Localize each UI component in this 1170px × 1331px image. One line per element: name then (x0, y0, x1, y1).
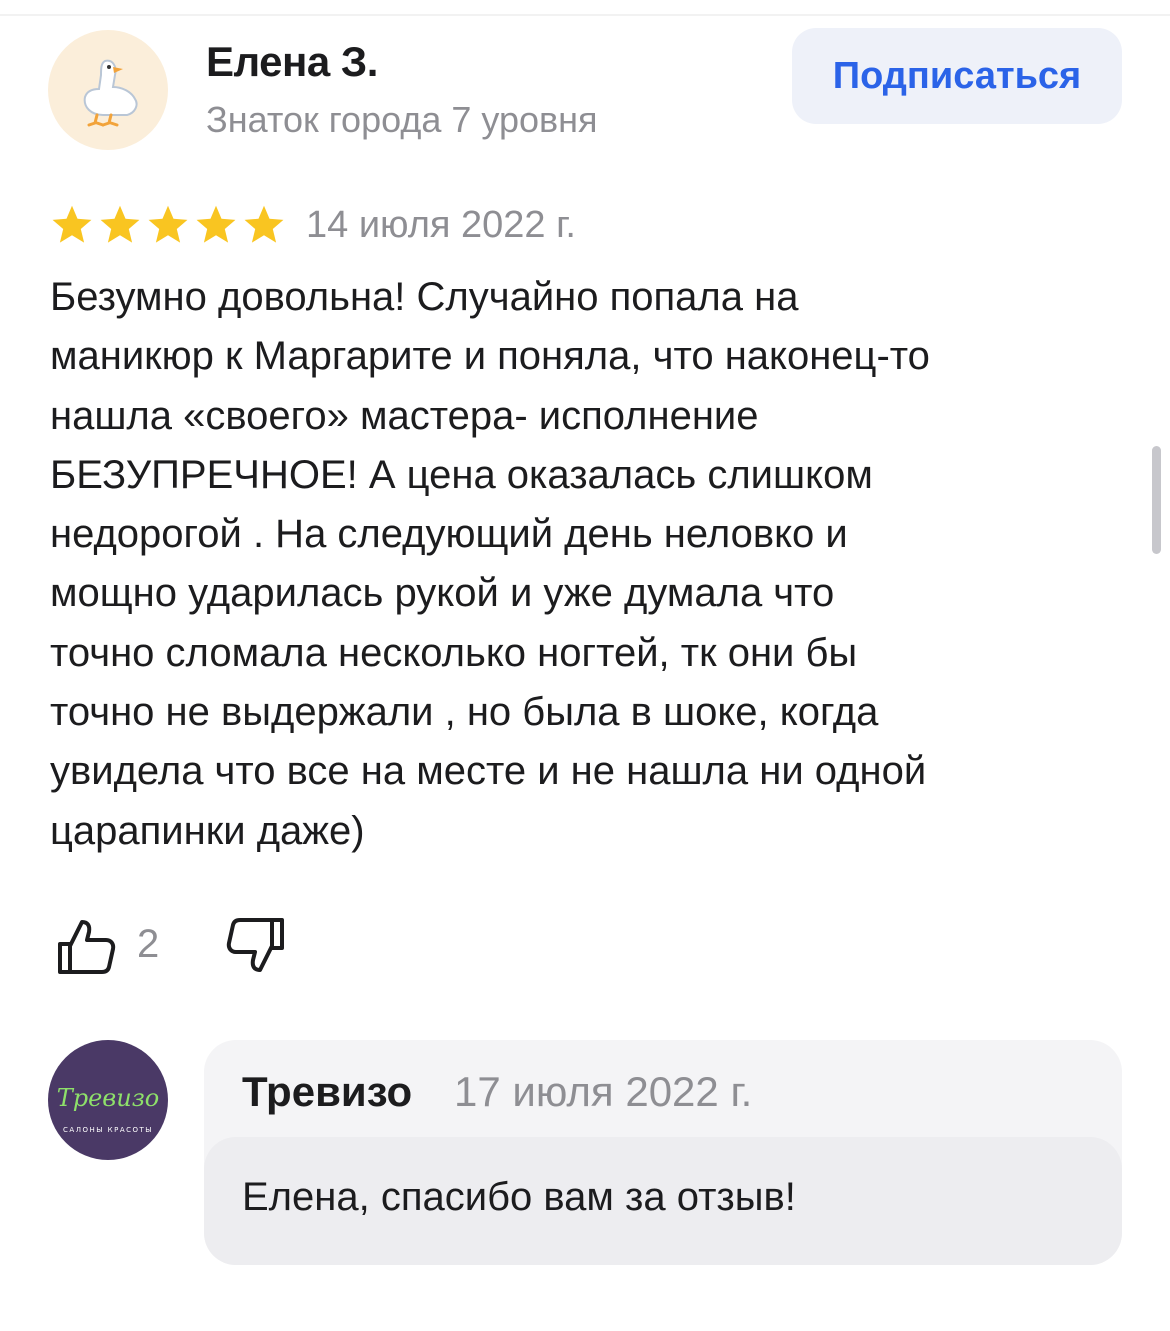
dislike-button[interactable] (226, 916, 286, 976)
reply-date: 17 июля 2022 г. (454, 1068, 753, 1115)
star-icon (100, 205, 140, 243)
scrollbar[interactable] (1152, 446, 1161, 554)
author-avatar[interactable] (48, 30, 168, 150)
top-divider (0, 0, 1170, 16)
logo-text: Тревизо (57, 1084, 160, 1112)
subscribe-button[interactable]: Подписаться (792, 28, 1122, 124)
goose-icon (83, 59, 138, 127)
star-icon (148, 205, 188, 243)
rating-stars (50, 203, 286, 249)
logo-subtext: САЛОНЫ КРАСОТЫ (63, 1126, 153, 1134)
review-date: 14 июля 2022 г. (306, 204, 576, 246)
like-button[interactable] (56, 916, 116, 976)
reply-text: Елена, спасибо вам за отзыв! (242, 1175, 796, 1219)
like-count: 2 (137, 922, 160, 966)
star-icon (244, 205, 284, 243)
thumbs-down-icon (226, 918, 284, 972)
thumbs-up-icon (58, 920, 116, 974)
business-logo: Тревизо САЛОНЫ КРАСОТЫ (57, 1084, 160, 1134)
review-text: Безумно довольна! Случайно попала на ман… (50, 275, 930, 853)
business-avatar[interactable]: Тревизо САЛОНЫ КРАСОТЫ (48, 1040, 168, 1160)
author-name[interactable]: Елена З. (206, 38, 378, 86)
reply-author-name[interactable]: Тревизо (242, 1068, 412, 1116)
star-icon (196, 205, 236, 243)
star-icon (52, 205, 92, 243)
author-level: Знаток города 7 уровня (206, 99, 598, 140)
